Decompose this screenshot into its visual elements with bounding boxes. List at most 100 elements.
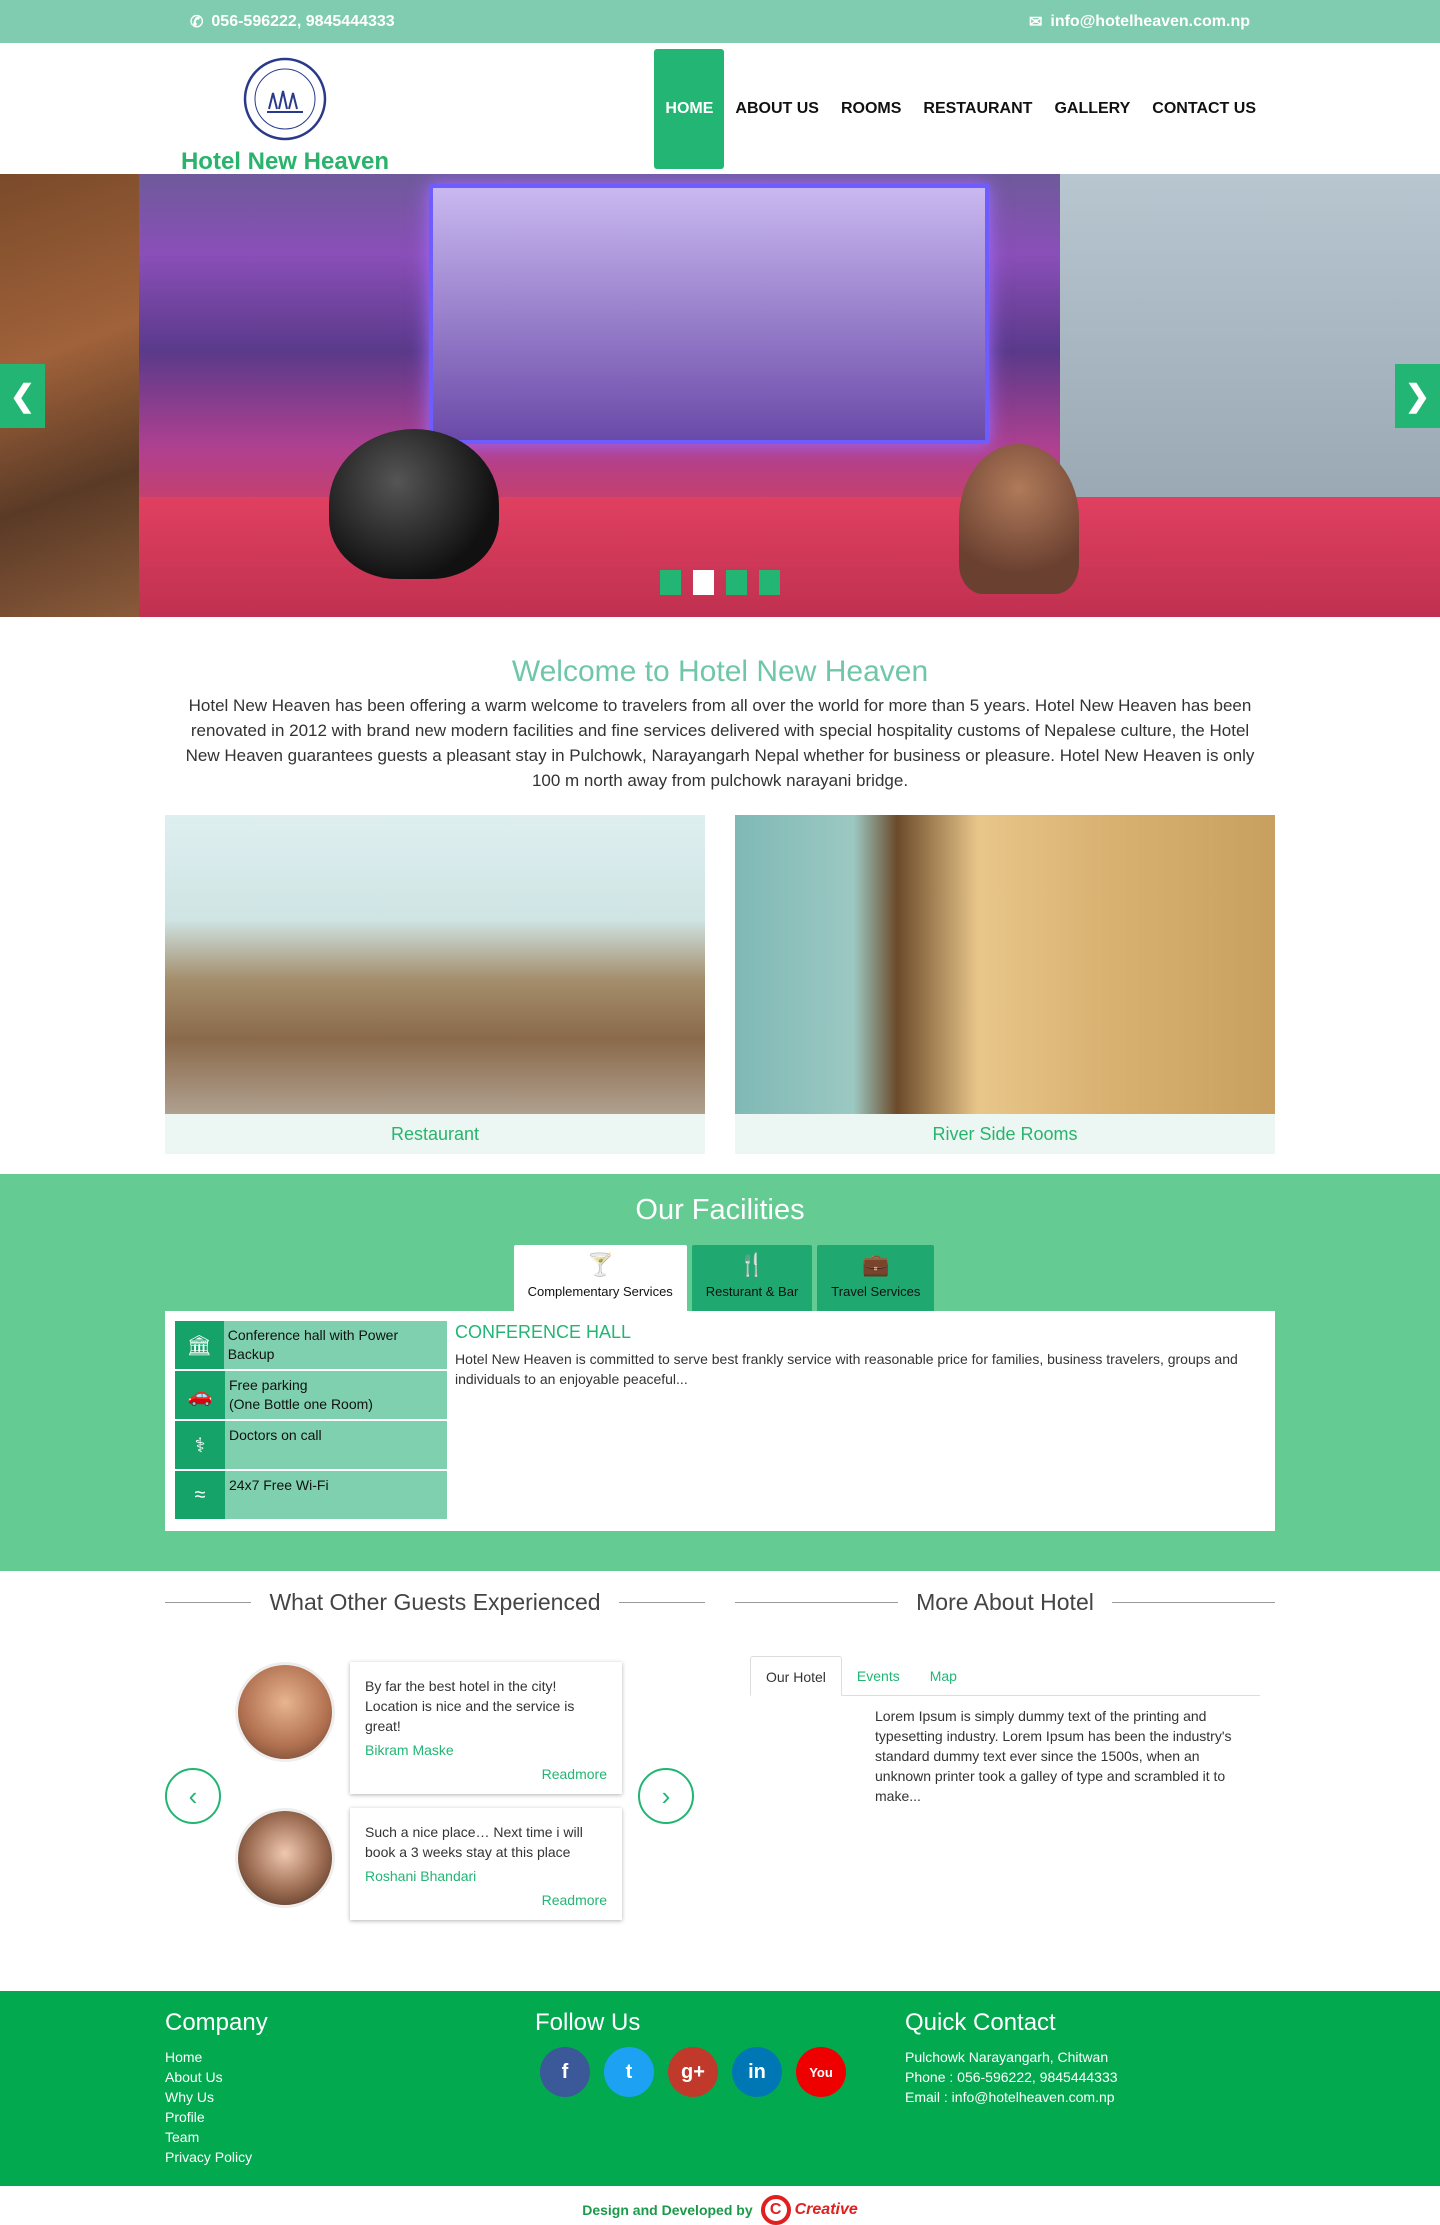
- slider-dot[interactable]: [759, 570, 780, 595]
- welcome-title: Welcome to Hotel New Heaven: [511, 655, 929, 688]
- youtube-icon[interactable]: You: [796, 2047, 846, 2097]
- hero-slider: [0, 174, 1440, 617]
- facility-detail-title: CONFERENCE HALL: [455, 1322, 632, 1342]
- logo[interactable]: Hotel New Heaven: [180, 57, 390, 176]
- creative-logo-text[interactable]: Creative: [795, 2201, 858, 2219]
- review-text: By far the best hotel in the city! Locat…: [365, 1678, 575, 1734]
- divider: [165, 1602, 252, 1603]
- slide-wall: [1060, 174, 1440, 504]
- facility-label: Conference hall with Power Backup: [227, 1327, 399, 1362]
- facility-label: Free parking (One Bottle one Room): [225, 1371, 377, 1419]
- review-card: By far the best hotel in the city! Locat…: [235, 1662, 622, 1794]
- facilities-section: Our Facilities 🍸 Complementary Services …: [0, 1174, 1440, 1571]
- card-restaurant[interactable]: Restaurant: [165, 815, 705, 1154]
- slider-next-button[interactable]: ❯: [1395, 364, 1440, 428]
- testimonials-heading: What Other Guests Experienced: [165, 1589, 706, 1616]
- footer-link-home[interactable]: Home: [165, 2047, 535, 2067]
- slide-helmet: [329, 429, 499, 579]
- facilities-tabs: 🍸 Complementary Services 🍴 Resturant & B…: [0, 1245, 1440, 1311]
- tab-label: Travel Services: [831, 1284, 921, 1299]
- restaurant-image[interactable]: [165, 815, 705, 1114]
- doctor-icon: ⚕: [175, 1421, 225, 1469]
- footer-follow: Follow Us f t g+ in You: [535, 2009, 905, 2167]
- tab-travel-services[interactable]: 💼 Travel Services: [817, 1245, 935, 1311]
- divider: [735, 1602, 899, 1603]
- facility-detail: CONFERENCE HALL Hotel New Heaven is comm…: [447, 1321, 1265, 1521]
- review-card: Such a nice place… Next time i will book…: [235, 1808, 622, 1920]
- tab-our-hotel[interactable]: Our Hotel: [750, 1656, 842, 1696]
- creative-logo[interactable]: C Creative: [760, 2195, 858, 2225]
- social-links: f t g+ in You: [540, 2047, 905, 2097]
- tab-events[interactable]: Events: [842, 1656, 915, 1695]
- twitter-icon[interactable]: t: [604, 2047, 654, 2097]
- nav-restaurant[interactable]: RESTAURANT: [912, 49, 1043, 169]
- nav-rooms[interactable]: ROOMS: [830, 49, 912, 169]
- footer-link-team[interactable]: Team: [165, 2127, 535, 2147]
- footer-follow-title: Follow Us: [535, 2009, 641, 2036]
- top-bar: ✆ 056-596222, 9845444333 ✉ info@hotelhea…: [0, 0, 1440, 43]
- card-caption[interactable]: River Side Rooms: [735, 1114, 1275, 1154]
- facility-label-line1: Free parking: [229, 1377, 308, 1393]
- nav-home[interactable]: HOME: [654, 49, 725, 169]
- testimonials: What Other Guests Experienced ‹ By far t…: [165, 1589, 706, 1991]
- facility-item-conference[interactable]: 🏛 Conference hall with Power Backup: [175, 1321, 447, 1371]
- nav-about-us[interactable]: ABOUT US: [724, 49, 830, 169]
- about-heading: More About Hotel: [735, 1589, 1275, 1616]
- footer-company: Company Home About Us Why Us Profile Tea…: [165, 2009, 535, 2167]
- tab-map[interactable]: Map: [915, 1656, 972, 1695]
- review-box: By far the best hotel in the city! Locat…: [350, 1662, 622, 1794]
- readmore-link[interactable]: Readmore: [365, 1890, 607, 1910]
- slide-bar-shelf: [429, 184, 989, 444]
- testimonial-next-button[interactable]: ›: [638, 1768, 694, 1824]
- slider-dots: [660, 570, 780, 595]
- lower-section: What Other Guests Experienced ‹ By far t…: [165, 1571, 1275, 1991]
- footer-link-about-us[interactable]: About Us: [165, 2067, 535, 2087]
- testimonial-prev-button[interactable]: ‹: [165, 1768, 221, 1824]
- briefcase-icon: 💼: [862, 1252, 890, 1277]
- testimonial-carousel: ‹ By far the best hotel in the city! Loc…: [165, 1662, 705, 1942]
- google-plus-icon[interactable]: g+: [668, 2047, 718, 2097]
- footer-link-why-us[interactable]: Why Us: [165, 2087, 535, 2107]
- bank-icon: 🏛: [175, 1321, 224, 1369]
- facility-label: Doctors on call: [229, 1427, 322, 1443]
- tab-label: Resturant & Bar: [705, 1284, 799, 1299]
- slider-dot-active[interactable]: [693, 570, 714, 595]
- nav-gallery[interactable]: GALLERY: [1043, 49, 1141, 169]
- tab-complementary-services[interactable]: 🍸 Complementary Services: [513, 1245, 687, 1311]
- facilities-title: Our Facilities: [635, 1194, 805, 1226]
- slider-dot[interactable]: [726, 570, 747, 595]
- footer-contact-title: Quick Contact: [905, 2009, 1056, 2036]
- footer-link-privacy-policy[interactable]: Privacy Policy: [165, 2147, 535, 2167]
- nav-contact-us[interactable]: CONTACT US: [1141, 49, 1267, 169]
- facility-item-parking[interactable]: 🚗 Free parking (One Bottle one Room): [175, 1371, 447, 1421]
- facility-item-wifi[interactable]: ≈ 24x7 Free Wi-Fi: [175, 1471, 447, 1521]
- footer-contact: Quick Contact Pulchowk Narayangarh, Chit…: [905, 2009, 1275, 2167]
- welcome-text: Hotel New Heaven has been offering a war…: [185, 696, 1255, 790]
- linkedin-icon[interactable]: in: [732, 2047, 782, 2097]
- brand-name[interactable]: Hotel New Heaven: [180, 148, 390, 176]
- review-author: Roshani Bhandari: [365, 1868, 477, 1884]
- slider-dot[interactable]: [660, 570, 681, 595]
- cutlery-icon: 🍴: [738, 1252, 766, 1277]
- facility-list: 🏛 Conference hall with Power Backup 🚗 Fr…: [175, 1321, 447, 1521]
- footer-link-profile[interactable]: Profile: [165, 2107, 535, 2127]
- topbar-phone: ✆ 056-596222, 9845444333: [190, 12, 395, 32]
- facilities-panel: 🏛 Conference hall with Power Backup 🚗 Fr…: [165, 1311, 1275, 1531]
- card-river-side-rooms[interactable]: River Side Rooms: [735, 815, 1275, 1154]
- topbar-phone-text: 056-596222, 9845444333: [211, 12, 395, 30]
- main-nav: HOME ABOUT US ROOMS RESTAURANT GALLERY C…: [654, 49, 1267, 169]
- topbar-email-text[interactable]: info@hotelheaven.com.np: [1050, 13, 1250, 31]
- card-caption[interactable]: Restaurant: [165, 1114, 705, 1154]
- facility-item-doctor[interactable]: ⚕ Doctors on call: [175, 1421, 447, 1471]
- slider-prev-button[interactable]: ❮: [0, 364, 45, 428]
- readmore-link[interactable]: Readmore: [365, 1764, 607, 1784]
- review-author: Bikram Maske: [365, 1742, 454, 1758]
- footer-email[interactable]: Email : info@hotelheaven.com.np: [905, 2087, 1275, 2107]
- room-image[interactable]: [735, 815, 1275, 1114]
- facebook-icon[interactable]: f: [540, 2047, 590, 2097]
- footer-phone: Phone : 056-596222, 9845444333: [905, 2069, 1118, 2085]
- topbar-email[interactable]: ✉ info@hotelheaven.com.np: [1029, 12, 1250, 32]
- creative-logo-icon: C: [760, 2195, 791, 2225]
- about-tabs: Our Hotel Events Map: [750, 1656, 1260, 1696]
- tab-restaurant-bar[interactable]: 🍴 Resturant & Bar: [691, 1245, 813, 1311]
